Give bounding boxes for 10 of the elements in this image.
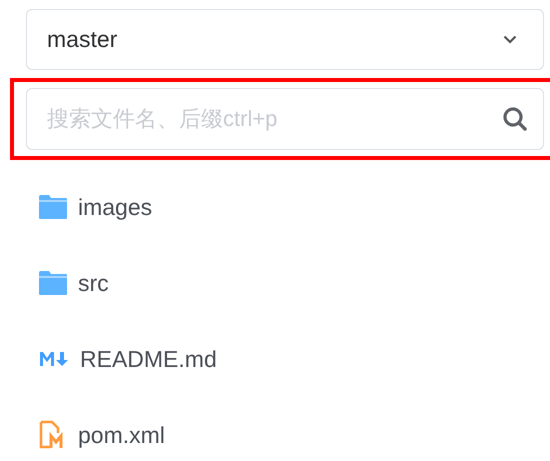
markdown-icon <box>38 350 70 368</box>
folder-icon <box>38 270 68 296</box>
file-item[interactable]: pom.xml <box>38 418 550 452</box>
file-item[interactable]: src <box>38 266 550 300</box>
branch-select[interactable]: master <box>26 9 544 70</box>
search-icon <box>502 106 528 132</box>
file-item[interactable]: images <box>38 190 550 224</box>
chevron-down-icon <box>503 35 517 44</box>
folder-icon <box>38 194 68 220</box>
file-item[interactable]: README.md <box>38 342 550 376</box>
